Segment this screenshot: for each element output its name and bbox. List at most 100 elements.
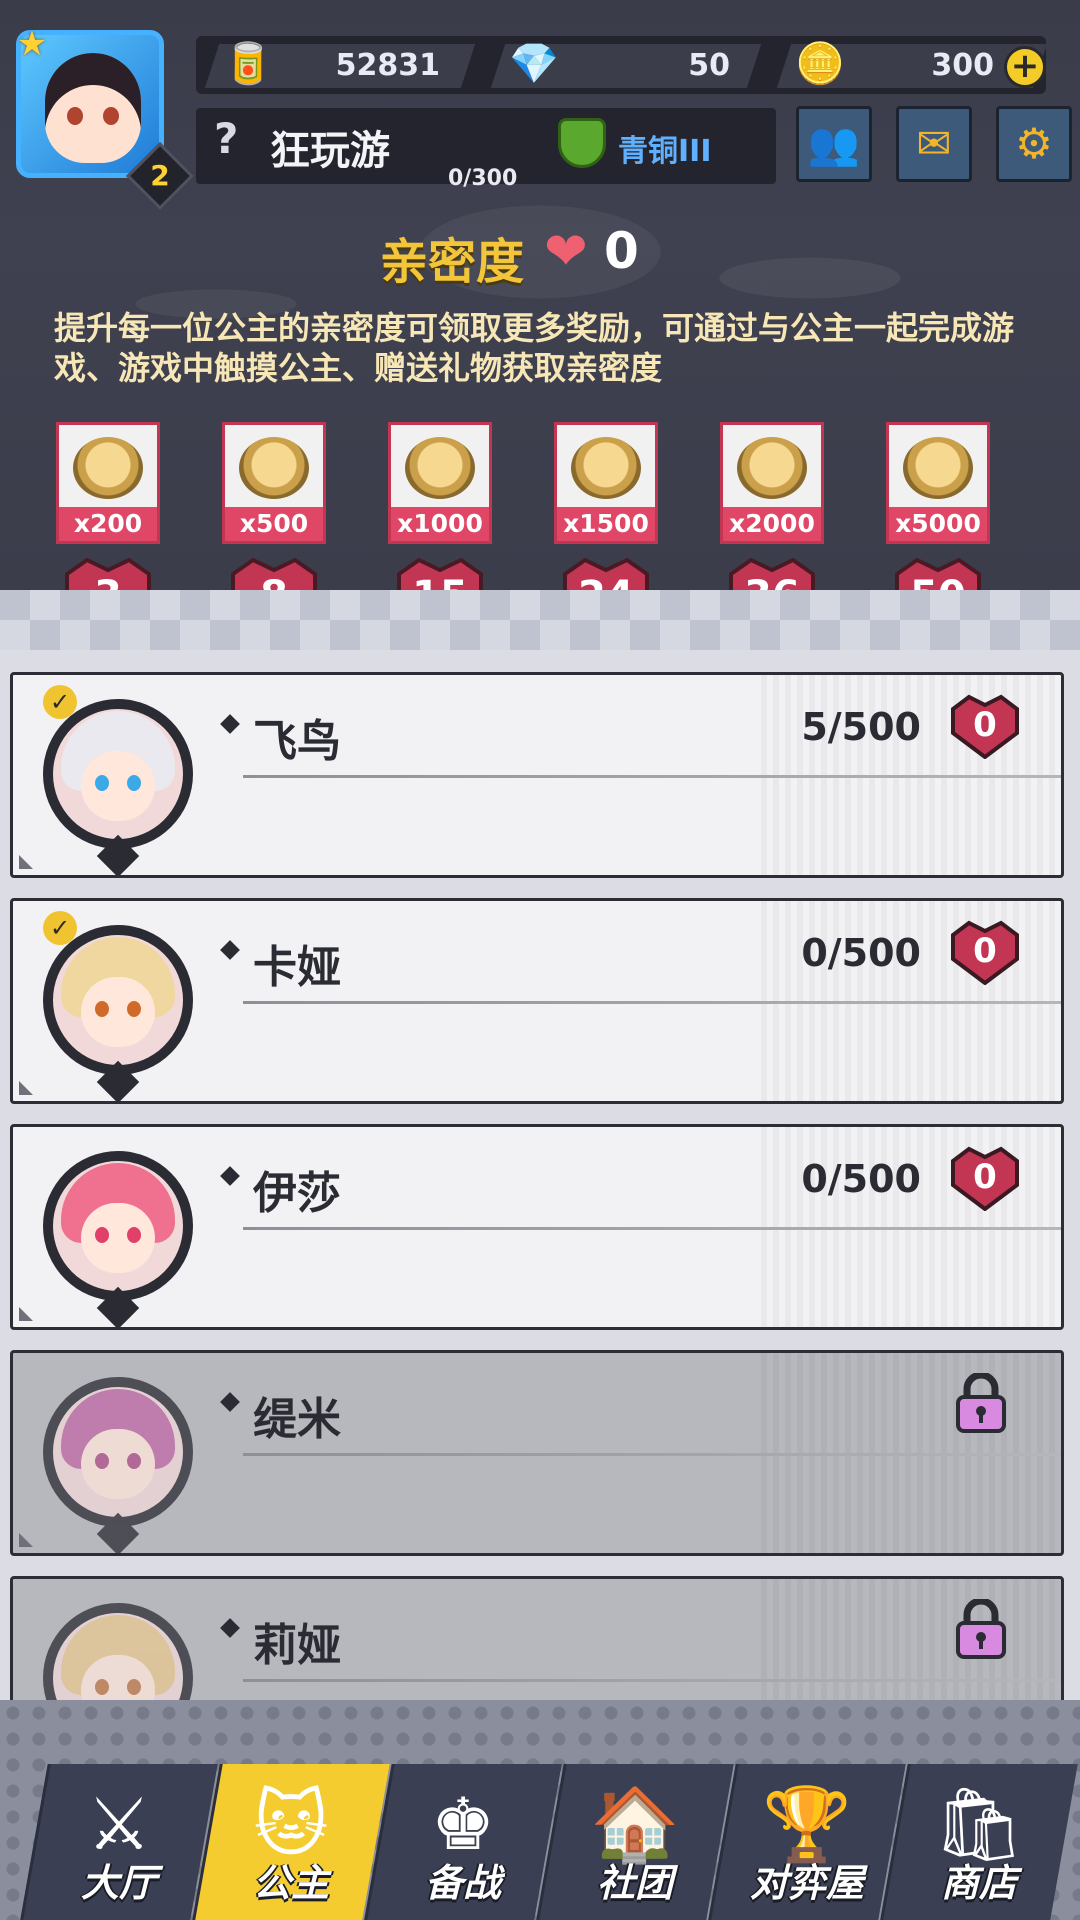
fish-can-icon [903, 437, 973, 499]
card-divider [243, 775, 1061, 778]
portrait-face [81, 751, 155, 821]
portrait-eye [95, 1679, 109, 1695]
diamond-icon: 💎 [509, 41, 559, 87]
portrait-eye [127, 1453, 141, 1469]
princess-card[interactable]: ✓ 卡娅 0/500 0 [10, 898, 1064, 1104]
check-icon: ✓ [43, 685, 77, 719]
portrait-eye [95, 1453, 109, 1469]
card-divider [243, 1227, 1061, 1230]
princess-card[interactable]: 伊莎 0/500 0 [10, 1124, 1064, 1330]
card-divider [243, 1001, 1061, 1004]
reward-box[interactable]: x1000 [388, 422, 492, 544]
heart-count-badge: 0 [949, 693, 1021, 760]
reward-amount: x5000 [889, 507, 987, 541]
player-name: 狂玩游 [270, 128, 390, 174]
reward-box[interactable]: x200 [56, 422, 160, 544]
princess-name: 飞鸟 [253, 716, 341, 767]
princess-name: 卡娅 [253, 942, 341, 993]
mail-icon: ✉ [916, 119, 952, 168]
reward-amount: x500 [225, 507, 323, 541]
bullet-icon [220, 1392, 240, 1412]
reward-amount: x200 [59, 507, 157, 541]
nav-tab-label: 公主 [252, 1861, 329, 1905]
intimacy-progress: 0/500 [801, 1157, 921, 1201]
bullet-icon [220, 940, 240, 960]
player-rank: 青铜III [618, 134, 712, 169]
heart-count: 0 [973, 705, 997, 745]
nav-tab-label: 对弈屋 [749, 1861, 864, 1905]
intimacy-title: 亲密度 [380, 234, 525, 290]
reward-box[interactable]: x500 [222, 422, 326, 544]
fish-can-icon [73, 437, 143, 499]
diamond-count: 50 [688, 48, 730, 83]
avatar-face [45, 53, 141, 163]
heart-count-badge: 0 [949, 919, 1021, 986]
princess-card[interactable]: ✓ 飞鸟 5/500 0 [10, 672, 1064, 878]
unknown-mark: ? [214, 114, 239, 163]
reward-amount: x1000 [391, 507, 489, 541]
card-corner [19, 1081, 33, 1095]
portrait-eye [127, 1001, 141, 1017]
reward-box[interactable]: x5000 [886, 422, 990, 544]
princess-name: 伊莎 [253, 1168, 341, 1219]
princess-name: 缇米 [253, 1394, 341, 1445]
heart-count: 0 [973, 1157, 997, 1197]
card-divider [243, 1453, 1061, 1456]
reward-box[interactable]: x2000 [720, 422, 824, 544]
fish-can-icon [737, 437, 807, 499]
reward-amount: x2000 [723, 507, 821, 541]
card-divider [243, 1679, 1061, 1682]
bullet-icon [220, 1618, 240, 1638]
coin-count: 300 [931, 48, 994, 83]
portrait-eye [127, 775, 141, 791]
friends-button[interactable]: 👥 [796, 106, 872, 182]
rank-shield-icon [558, 118, 606, 168]
bullet-icon [220, 1166, 240, 1186]
mail-button[interactable]: ✉ [896, 106, 972, 182]
lock-icon [955, 1371, 1007, 1433]
portrait-face [81, 977, 155, 1047]
portrait-eye [95, 1227, 109, 1243]
nav-tab-label: 大厅 [80, 1861, 157, 1905]
princess-card[interactable]: 缇米 [10, 1350, 1064, 1556]
reward-box[interactable]: x1500 [554, 422, 658, 544]
settings-button[interactable]: ⚙ [996, 106, 1072, 182]
heart-count: 0 [973, 931, 997, 971]
coin-icon: 🪙 [795, 41, 845, 87]
princess-portrait [43, 1141, 193, 1327]
friends-icon: 👥 [807, 119, 861, 168]
heart-count-badge: 0 [949, 1145, 1021, 1212]
bullet-icon [220, 714, 240, 734]
star-icon: ★ [16, 24, 48, 64]
intimacy-progress: 0/500 [801, 931, 921, 975]
fish-can-count: 52831 [335, 48, 440, 83]
nav-tab-label: 社团 [596, 1861, 673, 1905]
player-exp: 0/300 [448, 166, 518, 191]
player-level: 2 [150, 159, 170, 192]
lock-icon [955, 1597, 1007, 1659]
portrait-eye [127, 1679, 141, 1695]
fish-can-icon: 🥫 [223, 41, 273, 87]
nav-tab-label: 备战 [424, 1861, 501, 1905]
princess-portrait [43, 1367, 193, 1553]
intimacy-progress: 5/500 [801, 705, 921, 749]
portrait-face [81, 1203, 155, 1273]
card-corner [19, 855, 33, 869]
fish-can-icon [239, 437, 309, 499]
card-corner [19, 1307, 33, 1321]
portrait-eye [127, 1227, 141, 1243]
portrait-eye [95, 1001, 109, 1017]
princess-name: 莉娅 [253, 1620, 341, 1671]
fish-can-icon [571, 437, 641, 499]
fish-can-icon [405, 437, 475, 499]
intimacy-value: 0 [604, 222, 639, 280]
reward-amount: x1500 [557, 507, 655, 541]
heart-icon: ❤ [544, 222, 588, 282]
portrait-face [81, 1429, 155, 1499]
check-icon: ✓ [43, 911, 77, 945]
gear-icon: ⚙ [1015, 119, 1053, 168]
intimacy-description: 提升每一位公主的亲密度可领取更多奖励，可通过与公主一起完成游戏、游戏中触摸公主、… [54, 309, 1015, 387]
portrait-eye [95, 775, 109, 791]
add-currency-button[interactable]: + [1004, 46, 1046, 88]
card-corner [19, 1533, 33, 1547]
